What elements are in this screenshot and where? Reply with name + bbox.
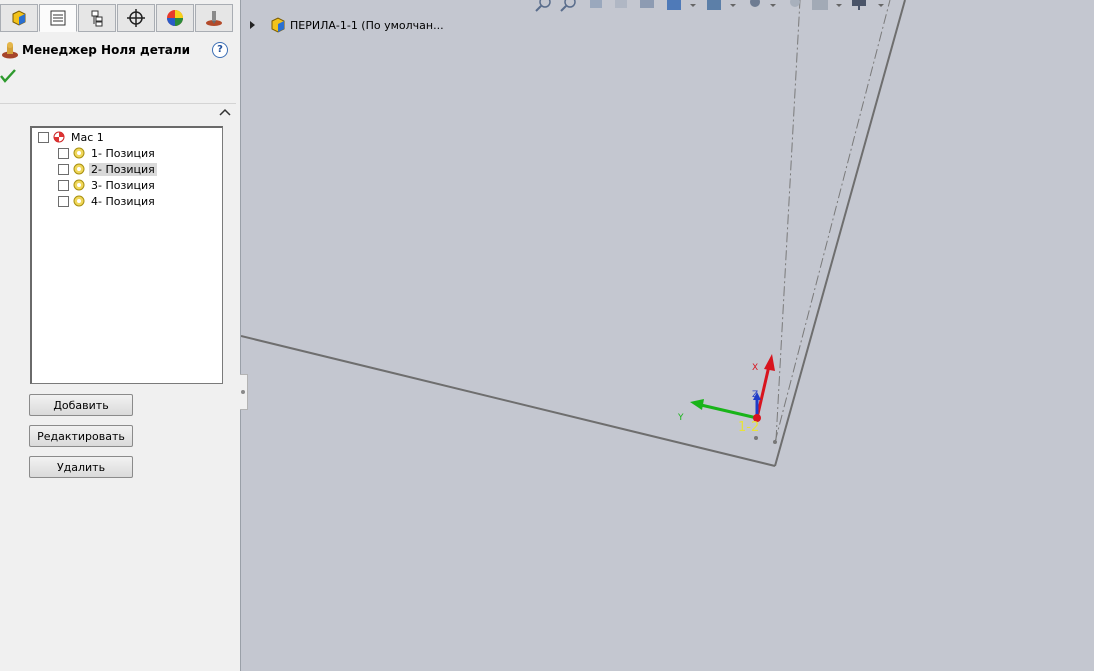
checkbox[interactable] (58, 163, 69, 175)
sketch-point (754, 436, 758, 440)
view-orientation-icon[interactable] (667, 0, 696, 10)
tab-cam-manager[interactable] (195, 4, 233, 32)
triad-x-axis (755, 365, 771, 419)
graphics-viewport[interactable]: X Y Z 1-2 (241, 0, 1094, 671)
tree-item-position-1[interactable]: 1- Позиция (58, 146, 157, 160)
triad-z-label: Z (752, 390, 758, 400)
configuration-manager-icon (91, 10, 103, 27)
feature-manager-icon (12, 10, 26, 26)
tree-root-item[interactable]: Мас 1 (38, 130, 106, 144)
feature-breadcrumb[interactable]: ПЕРИЛА-1-1 (По умолчан... (249, 16, 444, 34)
tab-property-manager[interactable] (39, 4, 77, 32)
part-icon (271, 17, 285, 33)
section-divider (0, 103, 236, 104)
checkbox[interactable] (58, 179, 69, 191)
collapse-chevron-icon[interactable] (219, 107, 231, 117)
origin-manager-icon (2, 42, 18, 59)
help-button[interactable]: ? (212, 42, 228, 58)
delete-button[interactable]: Удалить (29, 456, 133, 478)
manager-tab-bar (0, 4, 236, 34)
section-view-icon[interactable] (615, 0, 627, 8)
triad-x-label: X (752, 363, 758, 373)
dynamic-annotation-icon[interactable] (640, 0, 654, 8)
centerline (775, 0, 801, 441)
zoom-to-fit-icon[interactable] (535, 0, 551, 12)
checkbox[interactable] (58, 147, 69, 159)
position-icon (73, 163, 85, 175)
edit-appearance-icon[interactable] (790, 0, 800, 7)
position-icon (73, 147, 85, 159)
heads-up-view-toolbar (535, 0, 884, 12)
origin-label: 1-2 (738, 420, 759, 435)
tab-dimxpert-manager[interactable] (117, 4, 155, 32)
origin-tree-list[interactable]: Мас 1 1- Позиция 2- Позиция 3- Позиция 4… (30, 126, 223, 384)
triad-y-arrowhead (690, 399, 704, 410)
tab-display-manager[interactable] (156, 4, 194, 32)
position-icon (73, 179, 85, 191)
tree-item-position-4[interactable]: 4- Позиция (58, 194, 157, 208)
dimxpert-icon (127, 9, 145, 27)
position-icon (73, 195, 85, 207)
display-manager-icon (167, 10, 183, 26)
property-manager-title: Менеджер Ноля детали (22, 43, 191, 57)
sketch-point (773, 440, 777, 444)
apply-scene-icon[interactable] (812, 0, 842, 10)
tree-item-label: 4- Позиция (91, 194, 155, 208)
checkbox[interactable] (58, 195, 69, 207)
tree-item-position-2[interactable]: 2- Позиция (58, 162, 157, 176)
ok-checkmark-button[interactable] (0, 68, 16, 84)
view-settings-icon[interactable] (852, 0, 884, 10)
zoom-to-area-icon[interactable] (560, 0, 576, 12)
triad-x-arrowhead (764, 354, 775, 371)
origin-group-icon (53, 131, 65, 143)
triad-y-axis (700, 403, 758, 420)
previous-view-icon[interactable] (590, 0, 602, 8)
tree-item-label: 3- Позиция (91, 178, 155, 192)
tab-configuration-manager[interactable] (78, 4, 116, 32)
tree-item-position-3[interactable]: 3- Позиция (58, 178, 157, 192)
centerline (774, 0, 891, 443)
property-manager-icon (50, 10, 66, 26)
checkbox[interactable] (38, 131, 49, 143)
tree-root-label: Мас 1 (71, 130, 104, 144)
tab-feature-manager[interactable] (0, 4, 38, 32)
hide-show-items-icon[interactable] (750, 0, 776, 7)
property-manager-panel: Менеджер Ноля детали ? Мас 1 1- Позиция (0, 0, 241, 671)
breadcrumb-part-name: ПЕРИЛА-1-1 (По умолчан... (290, 18, 444, 32)
tree-item-label: 1- Позиция (91, 146, 155, 160)
expand-arrow-icon[interactable] (249, 21, 257, 29)
tree-item-label: 2- Позиция (89, 162, 157, 176)
edit-button[interactable]: Редактировать (29, 425, 133, 447)
add-button[interactable]: Добавить (29, 394, 133, 416)
triad-y-label: Y (677, 413, 684, 423)
cam-manager-icon (206, 11, 222, 26)
model-edge (774, 0, 906, 467)
display-style-icon[interactable] (707, 0, 736, 10)
property-manager-header: Менеджер Ноля детали ? (0, 40, 236, 62)
